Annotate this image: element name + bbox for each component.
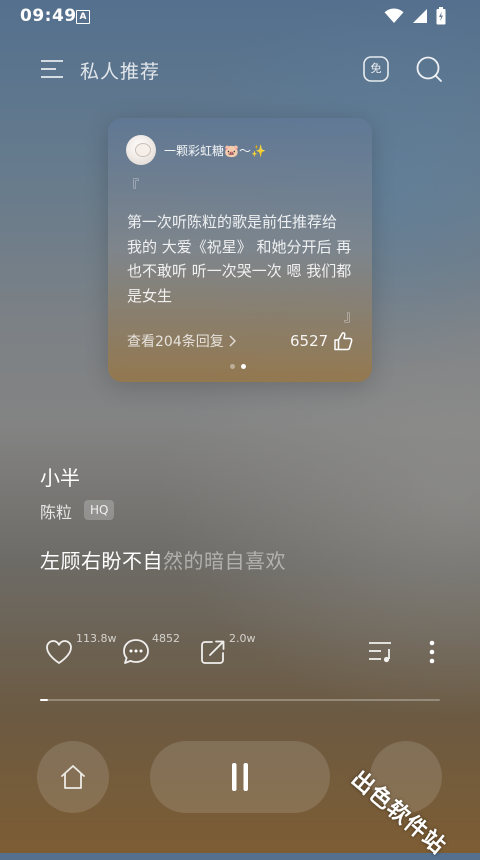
comment-card[interactable]: 一颗彩虹糖🐷～✨ 『 第一次听陈粒的歌是前任推荐给 我的 大爱《祝星》 和她分开…: [108, 118, 372, 382]
search-icon[interactable]: [415, 55, 443, 83]
view-replies-link[interactable]: 查看204条回复: [127, 331, 236, 351]
heart-icon[interactable]: [44, 637, 74, 667]
artist-name[interactable]: 陈粒: [40, 499, 72, 523]
share-count: 2.0w: [229, 632, 256, 645]
share-icon[interactable]: [198, 637, 228, 667]
home-button[interactable]: [37, 741, 109, 813]
quality-badge[interactable]: HQ: [84, 500, 115, 520]
comment-icon[interactable]: [121, 637, 151, 667]
like-count: 113.8w: [76, 632, 117, 645]
avatar[interactable]: [126, 135, 156, 165]
quote-open-mark: 『: [125, 179, 139, 195]
signal-icon: [413, 9, 427, 23]
song-title: 小半: [40, 466, 80, 490]
home-icon: [61, 765, 85, 789]
free-mode-button[interactable]: 免: [363, 56, 389, 82]
page-title: 私人推荐: [80, 61, 161, 83]
comment-like-count: 6527: [290, 332, 329, 350]
page-dot: [230, 364, 235, 369]
comment-text: 第一次听陈粒的歌是前任推荐给 我的 大爱《祝星》 和她分开后 再 也不敢听 听一…: [127, 213, 352, 305]
quote-close-mark: 』: [344, 309, 358, 325]
replies-label: 查看204条回复: [127, 334, 224, 350]
more-icon[interactable]: [422, 638, 442, 666]
comment-count: 4852: [152, 632, 180, 645]
menu-icon[interactable]: [40, 57, 64, 81]
progress-bar[interactable]: [40, 699, 440, 701]
wifi-icon: [384, 8, 404, 23]
pause-button[interactable]: [150, 741, 330, 813]
chevron-right-icon: [229, 335, 236, 347]
notification-icon: A: [76, 10, 90, 24]
free-badge-label: 免: [370, 62, 382, 75]
card-page-indicator: [230, 364, 246, 369]
status-icons: [384, 5, 446, 27]
comment-like-button[interactable]: 6527: [290, 331, 353, 351]
lyric-sung-part: 左顾右盼不自: [40, 549, 163, 573]
pause-icon: [232, 763, 248, 791]
lyric-remaining-part: 然的暗自喜欢: [163, 549, 286, 573]
playlist-icon[interactable]: [367, 639, 395, 665]
battery-icon: [436, 7, 446, 25]
progress-fill: [40, 699, 48, 701]
comment-username[interactable]: 一颗彩虹糖🐷～✨: [164, 142, 266, 159]
current-lyric[interactable]: 左顾右盼不自然的暗自喜欢: [40, 545, 286, 574]
thumb-up-icon: [334, 332, 353, 351]
status-time: 09:49: [20, 6, 77, 26]
page-dot-active: [241, 364, 246, 369]
